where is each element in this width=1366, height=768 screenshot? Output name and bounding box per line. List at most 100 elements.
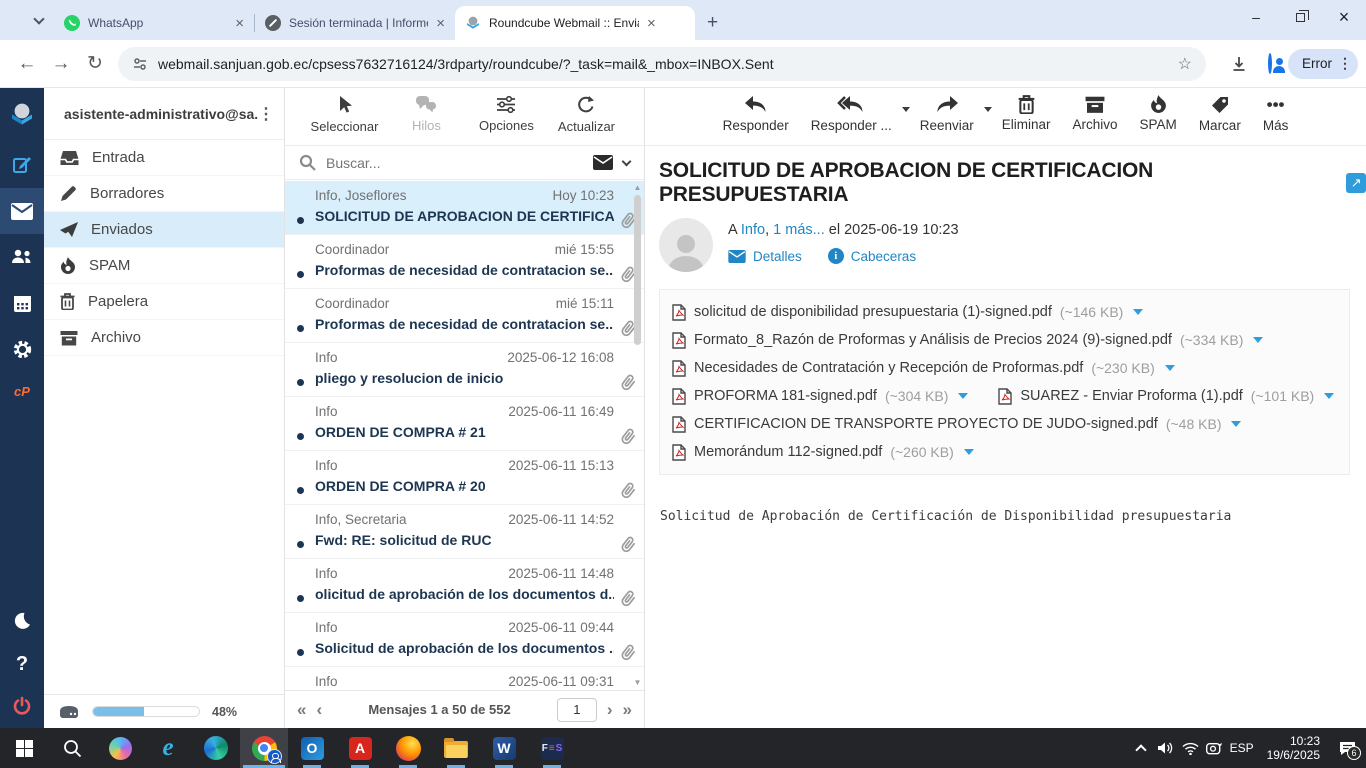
attachment-name[interactable]: Formato_8_Razón de Proformas y Análisis … — [694, 332, 1172, 348]
folder-trash[interactable]: Papelera — [44, 284, 284, 320]
start-button[interactable] — [0, 728, 48, 768]
tab-close-icon[interactable]: × — [235, 15, 244, 32]
folder-drafts[interactable]: Borradores — [44, 176, 284, 212]
attachment-menu-caret-icon[interactable] — [958, 393, 968, 399]
search-input[interactable] — [326, 155, 583, 171]
tab-search-button[interactable] — [26, 10, 52, 32]
mark-button[interactable]: Marcar — [1195, 95, 1245, 145]
attachment-name[interactable]: PROFORMA 181-signed.pdf — [694, 388, 877, 404]
cpanel-button[interactable]: cP — [0, 372, 44, 410]
first-page-button[interactable]: « — [297, 700, 306, 720]
scroll-down-icon[interactable]: ▼ — [632, 678, 643, 688]
message-list-item[interactable]: Info 2025-06-11 16:49 ORDEN DE COMPRA # … — [285, 397, 644, 451]
browser-menu-icon[interactable]: ⋮ — [1338, 55, 1352, 72]
word-taskbar-button[interactable]: W — [480, 728, 528, 768]
attachment-menu-caret-icon[interactable] — [1324, 393, 1334, 399]
tab-roundcube[interactable]: Roundcube Webmail :: Enviados × — [455, 6, 695, 40]
tab-close-icon[interactable]: × — [436, 15, 445, 32]
chrome-taskbar-button[interactable] — [240, 728, 288, 768]
folder-inbox[interactable]: Entrada — [44, 140, 284, 176]
select-button[interactable]: Seleccionar — [311, 95, 379, 145]
threads-button[interactable]: Hilos — [394, 95, 458, 145]
more-button[interactable]: ••• Más — [1259, 95, 1293, 145]
window-close-button[interactable]: × — [1322, 0, 1366, 34]
contacts-button[interactable] — [0, 234, 44, 280]
reply-button[interactable]: Responder — [719, 95, 793, 145]
folder-archive[interactable]: Archivo — [44, 320, 284, 356]
last-page-button[interactable]: » — [623, 700, 632, 720]
tab-whatsapp[interactable]: WhatsApp × — [54, 6, 254, 40]
message-list-item[interactable]: Info 2025-06-11 09:31 — [285, 667, 644, 690]
wifi-icon[interactable] — [1182, 742, 1199, 755]
bookmark-star-icon[interactable]: ☆ — [1178, 54, 1192, 74]
archive-button[interactable]: Archivo — [1069, 95, 1122, 145]
attachment-item[interactable]: SUAREZ - Enviar Proforma (1).pdf (~101 K… — [998, 382, 1334, 410]
profile-icon[interactable] — [1268, 55, 1272, 73]
attachment-name[interactable]: CERTIFICACION DE TRANSPORTE PROYECTO DE … — [694, 416, 1158, 432]
options-button[interactable]: Opciones — [474, 95, 538, 145]
folder-spam[interactable]: SPAM — [44, 248, 284, 284]
attachment-menu-caret-icon[interactable] — [1253, 337, 1263, 343]
download-icon[interactable] — [1230, 55, 1248, 73]
next-page-button[interactable]: › — [607, 700, 613, 720]
firefox-taskbar-button[interactable] — [384, 728, 432, 768]
mail-nav-button[interactable] — [0, 188, 44, 234]
attachment-item[interactable]: Necesidades de Contratación y Recepción … — [672, 354, 1175, 382]
reply-all-button[interactable]: Responder ... — [807, 95, 902, 145]
open-in-new-window-icon[interactable]: ↗ — [1346, 173, 1366, 193]
attachment-name[interactable]: Memorándum 112-signed.pdf — [694, 444, 882, 460]
scroll-up-icon[interactable]: ▲ — [632, 183, 643, 193]
settings-button[interactable] — [0, 326, 44, 372]
message-list-item[interactable]: Info 2025-06-11 14:48 olicitud de aproba… — [285, 559, 644, 613]
forward-caret-icon[interactable] — [984, 107, 992, 112]
message-list-item[interactable]: Info 2025-06-12 16:08 pliego y resolucio… — [285, 343, 644, 397]
message-list-item[interactable]: Coordinador mié 15:11 Proformas de neces… — [285, 289, 644, 343]
headers-toggle[interactable]: i Cabeceras — [828, 248, 916, 264]
attachment-item[interactable]: Memorándum 112-signed.pdf (~260 KB) — [672, 438, 974, 466]
spam-button[interactable]: SPAM — [1136, 95, 1181, 145]
search-scope-mail-icon[interactable] — [593, 155, 613, 170]
message-list-item[interactable]: Coordinador mié 15:55 Proformas de neces… — [285, 235, 644, 289]
fes-app-taskbar-button[interactable]: F≡S — [528, 728, 576, 768]
message-list-item[interactable]: Info, Joseflores Hoy 10:23 SOLICITUD DE … — [285, 181, 644, 235]
details-toggle[interactable]: Detalles — [728, 249, 802, 264]
scrollbar-thumb[interactable] — [634, 195, 641, 345]
forward-button[interactable]: Reenviar — [916, 95, 984, 145]
site-settings-icon[interactable] — [132, 56, 148, 72]
url-text[interactable]: webmail.sanjuan.gob.ec/cpsess7632716124/… — [158, 56, 774, 72]
prev-page-button[interactable]: ‹ — [316, 700, 322, 720]
outlook-taskbar-button[interactable]: O — [288, 728, 336, 768]
language-indicator[interactable]: ESP — [1230, 741, 1254, 755]
attachment-item[interactable]: solicitud de disponibilidad presupuestar… — [672, 298, 1143, 326]
volume-icon[interactable] — [1158, 741, 1175, 755]
page-number-input[interactable] — [557, 698, 597, 722]
edge-icon[interactable] — [192, 728, 240, 768]
message-list-item[interactable]: Info 2025-06-11 15:13 ORDEN DE COMPRA # … — [285, 451, 644, 505]
address-bar[interactable]: webmail.sanjuan.gob.ec/cpsess7632716124/… — [118, 47, 1206, 81]
compose-button[interactable] — [0, 142, 44, 188]
tab-close-icon[interactable]: × — [647, 15, 656, 32]
dark-mode-button[interactable] — [0, 598, 44, 644]
delete-button[interactable]: Eliminar — [998, 95, 1055, 145]
attachment-name[interactable]: solicitud de disponibilidad presupuestar… — [694, 304, 1052, 320]
window-minimize-button[interactable]: – — [1234, 0, 1278, 34]
more-recipients-link[interactable]: 1 más... — [773, 222, 825, 238]
reply-all-caret-icon[interactable] — [902, 107, 910, 112]
search-options-chevron-icon[interactable] — [622, 156, 632, 166]
copilot-icon[interactable] — [96, 728, 144, 768]
refresh-button[interactable]: Actualizar — [554, 95, 618, 145]
notification-center-button[interactable]: 6 — [1339, 741, 1356, 756]
taskbar-search-button[interactable] — [48, 728, 96, 768]
attachment-menu-caret-icon[interactable] — [1165, 365, 1175, 371]
attachment-item[interactable]: Formato_8_Razón de Proformas y Análisis … — [672, 326, 1263, 354]
forward-button[interactable]: → — [44, 53, 78, 75]
tab-session[interactable]: Sesión terminada | Informes Me × — [255, 6, 455, 40]
window-restore-button[interactable] — [1278, 0, 1322, 34]
message-list-item[interactable]: Info, Secretaria 2025-06-11 14:52 Fwd: R… — [285, 505, 644, 559]
recipient-link[interactable]: Info — [741, 222, 765, 238]
attachment-item[interactable]: CERTIFICACION DE TRANSPORTE PROYECTO DE … — [672, 410, 1241, 438]
message-list-item[interactable]: Info 2025-06-11 09:44 Solicitud de aprob… — [285, 613, 644, 667]
meet-now-icon[interactable] — [1206, 742, 1223, 755]
attachment-name[interactable]: Necesidades de Contratación y Recepción … — [694, 360, 1083, 376]
calendar-button[interactable] — [0, 280, 44, 326]
